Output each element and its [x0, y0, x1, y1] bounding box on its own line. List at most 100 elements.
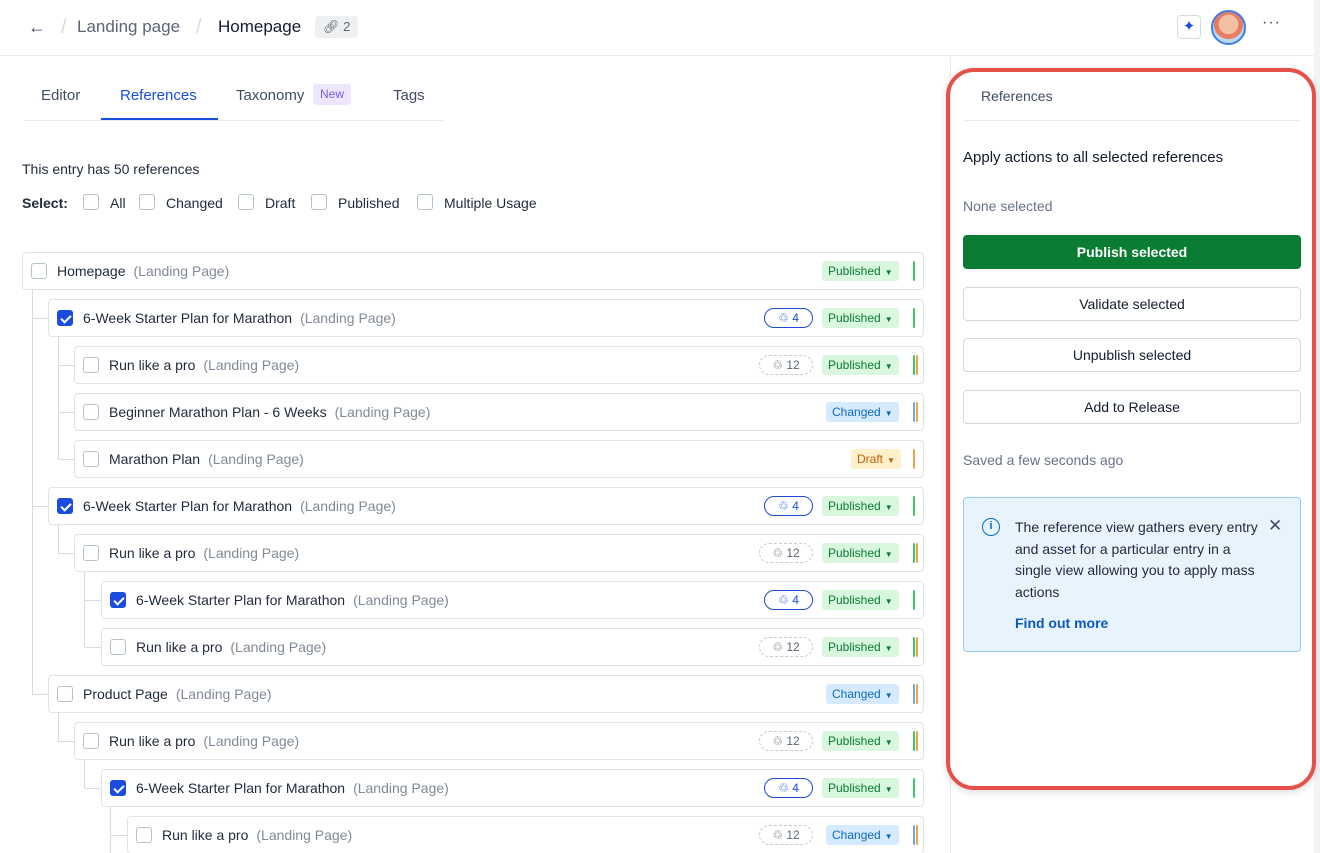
usage-count-badge[interactable]: ♲ 12: [759, 543, 813, 563]
row-title[interactable]: 6-Week Starter Plan for Marathon (Landing…: [83, 498, 396, 514]
tab-taxonomy[interactable]: Taxonomy: [236, 87, 304, 104]
status-badge[interactable]: Published ▼: [822, 308, 899, 328]
status-badge[interactable]: Changed ▼: [826, 825, 899, 845]
row-checkbox[interactable]: [110, 639, 126, 655]
status-indicator-bar: [913, 731, 915, 751]
row-title[interactable]: Run like a pro (Landing Page): [109, 733, 299, 749]
reference-row[interactable]: Marathon Plan (Landing Page) Draft ▼: [74, 440, 924, 478]
row-checkbox[interactable]: [83, 357, 99, 373]
row-title[interactable]: 6-Week Starter Plan for Marathon (Landing…: [136, 780, 449, 796]
select-draft-checkbox[interactable]: [238, 194, 254, 210]
reference-row[interactable]: 6-Week Starter Plan for Marathon (Landing…: [101, 769, 924, 807]
top-bar: ← / Landing page / Homepage 🔗︎ 2 ✦ ···: [0, 0, 1314, 56]
row-checkbox[interactable]: [57, 686, 73, 702]
row-title[interactable]: Homepage (Landing Page): [57, 263, 229, 279]
reference-row[interactable]: Run like a pro (Landing Page) ♲ 12 Publishe…: [101, 628, 924, 666]
row-title[interactable]: Product Page (Landing Page): [83, 686, 272, 702]
back-arrow-icon[interactable]: ←: [28, 14, 50, 40]
more-options-icon[interactable]: ···: [1262, 14, 1281, 32]
reference-row[interactable]: Homepage (Landing Page) Published ▼: [22, 252, 924, 290]
usage-count-badge[interactable]: ♲ 12: [759, 355, 813, 375]
select-all-label: All: [110, 195, 126, 211]
status-badge[interactable]: Published ▼: [822, 637, 899, 657]
reference-row[interactable]: Run like a pro (Landing Page) ♲ 12 Changed ▼: [127, 816, 924, 853]
avatar[interactable]: [1211, 10, 1246, 45]
status-indicator-bar: [913, 778, 915, 798]
ai-sparkle-icon[interactable]: ✦: [1177, 15, 1201, 39]
usage-count: 12: [786, 828, 800, 842]
select-multiple-usage-label: Multiple Usage: [444, 195, 537, 211]
select-published-checkbox[interactable]: [311, 194, 327, 210]
row-checkbox[interactable]: [83, 404, 99, 420]
row-checkbox[interactable]: [110, 592, 126, 608]
tree-connector: [85, 600, 101, 601]
status-badge[interactable]: Published ▼: [822, 778, 899, 798]
usage-count: 4: [792, 499, 799, 513]
reference-row[interactable]: Run like a pro (Landing Page) ♲ 12 Publishe…: [74, 722, 924, 760]
entry-title: Run like a pro: [109, 545, 196, 561]
status-label: Changed: [832, 828, 881, 842]
usage-count-badge[interactable]: ♲ 4: [764, 496, 813, 516]
status-badge[interactable]: Published ▼: [822, 543, 899, 563]
select-all-checkbox[interactable]: [83, 194, 99, 210]
caret-down-icon: ▼: [884, 738, 893, 747]
usage-count-badge[interactable]: ♲ 4: [764, 308, 813, 328]
tab-references[interactable]: References: [120, 87, 197, 104]
reference-row[interactable]: 6-Week Starter Plan for Marathon (Landing…: [48, 299, 924, 337]
row-title[interactable]: Run like a pro (Landing Page): [109, 545, 299, 561]
row-checkbox[interactable]: [83, 733, 99, 749]
tab-editor[interactable]: Editor: [41, 87, 80, 104]
usage-count: 12: [786, 358, 800, 372]
caret-down-icon: ▼: [884, 550, 893, 559]
select-changed-checkbox[interactable]: [139, 194, 155, 210]
reference-row[interactable]: 6-Week Starter Plan for Marathon (Landing…: [101, 581, 924, 619]
content-type: (Landing Page): [353, 780, 449, 796]
reference-row[interactable]: Run like a pro (Landing Page) ♲ 12 Publishe…: [74, 534, 924, 572]
status-indicator-bar: [913, 590, 915, 610]
row-title[interactable]: Run like a pro (Landing Page): [109, 357, 299, 373]
status-indicator-bar: [916, 402, 918, 422]
tree-connector: [110, 807, 111, 853]
usage-count-badge[interactable]: ♲ 12: [759, 731, 813, 751]
status-badge[interactable]: Draft ▼: [851, 449, 901, 469]
row-checkbox[interactable]: [57, 310, 73, 326]
status-badge[interactable]: Changed ▼: [826, 402, 899, 422]
status-badge[interactable]: Published ▼: [822, 731, 899, 751]
row-checkbox[interactable]: [136, 827, 152, 843]
row-checkbox[interactable]: [110, 780, 126, 796]
reference-row[interactable]: 6-Week Starter Plan for Marathon (Landing…: [48, 487, 924, 525]
status-indicator-bar: [913, 402, 915, 422]
status-badge[interactable]: Changed ▼: [826, 684, 899, 704]
row-title[interactable]: 6-Week Starter Plan for Marathon (Landing…: [83, 310, 396, 326]
usage-count-badge[interactable]: ♲ 4: [764, 590, 813, 610]
row-checkbox[interactable]: [57, 498, 73, 514]
entry-title: Run like a pro: [109, 733, 196, 749]
tree-connector: [85, 647, 101, 648]
reference-row[interactable]: Run like a pro (Landing Page) ♲ 12 Publishe…: [74, 346, 924, 384]
status-badge[interactable]: Published ▼: [822, 590, 899, 610]
status-badge[interactable]: Published ▼: [822, 261, 899, 281]
reference-row[interactable]: Beginner Marathon Plan - 6 Weeks (Landing…: [74, 393, 924, 431]
row-checkbox[interactable]: [31, 263, 47, 279]
row-title[interactable]: Beginner Marathon Plan - 6 Weeks (Landing…: [109, 404, 430, 420]
status-indicator-bar: [916, 543, 918, 563]
usage-count-badge[interactable]: ♲ 12: [759, 637, 813, 657]
row-title[interactable]: Run like a pro (Landing Page): [162, 827, 352, 843]
status-badge[interactable]: Published ▼: [822, 355, 899, 375]
usage-count-badge[interactable]: ♲ 12: [759, 825, 813, 845]
row-title[interactable]: 6-Week Starter Plan for Marathon (Landing…: [136, 592, 449, 608]
reference-row[interactable]: Product Page (Landing Page) Changed ▼: [48, 675, 924, 713]
tab-tags[interactable]: Tags: [393, 87, 425, 104]
entry-title: Run like a pro: [109, 357, 196, 373]
row-checkbox[interactable]: [83, 451, 99, 467]
breadcrumb-landing-page[interactable]: Landing page: [77, 17, 180, 37]
usage-count-badge[interactable]: ♲ 4: [764, 778, 813, 798]
status-badge[interactable]: Published ▼: [822, 496, 899, 516]
row-title[interactable]: Marathon Plan (Landing Page): [109, 451, 304, 467]
recycle-icon: ♲: [772, 358, 787, 372]
row-checkbox[interactable]: [83, 545, 99, 561]
references-count-badge[interactable]: 🔗︎ 2: [315, 16, 359, 38]
row-title[interactable]: Run like a pro (Landing Page): [136, 639, 326, 655]
select-multiple-usage-checkbox[interactable]: [417, 194, 433, 210]
entry-title: Run like a pro: [162, 827, 249, 843]
